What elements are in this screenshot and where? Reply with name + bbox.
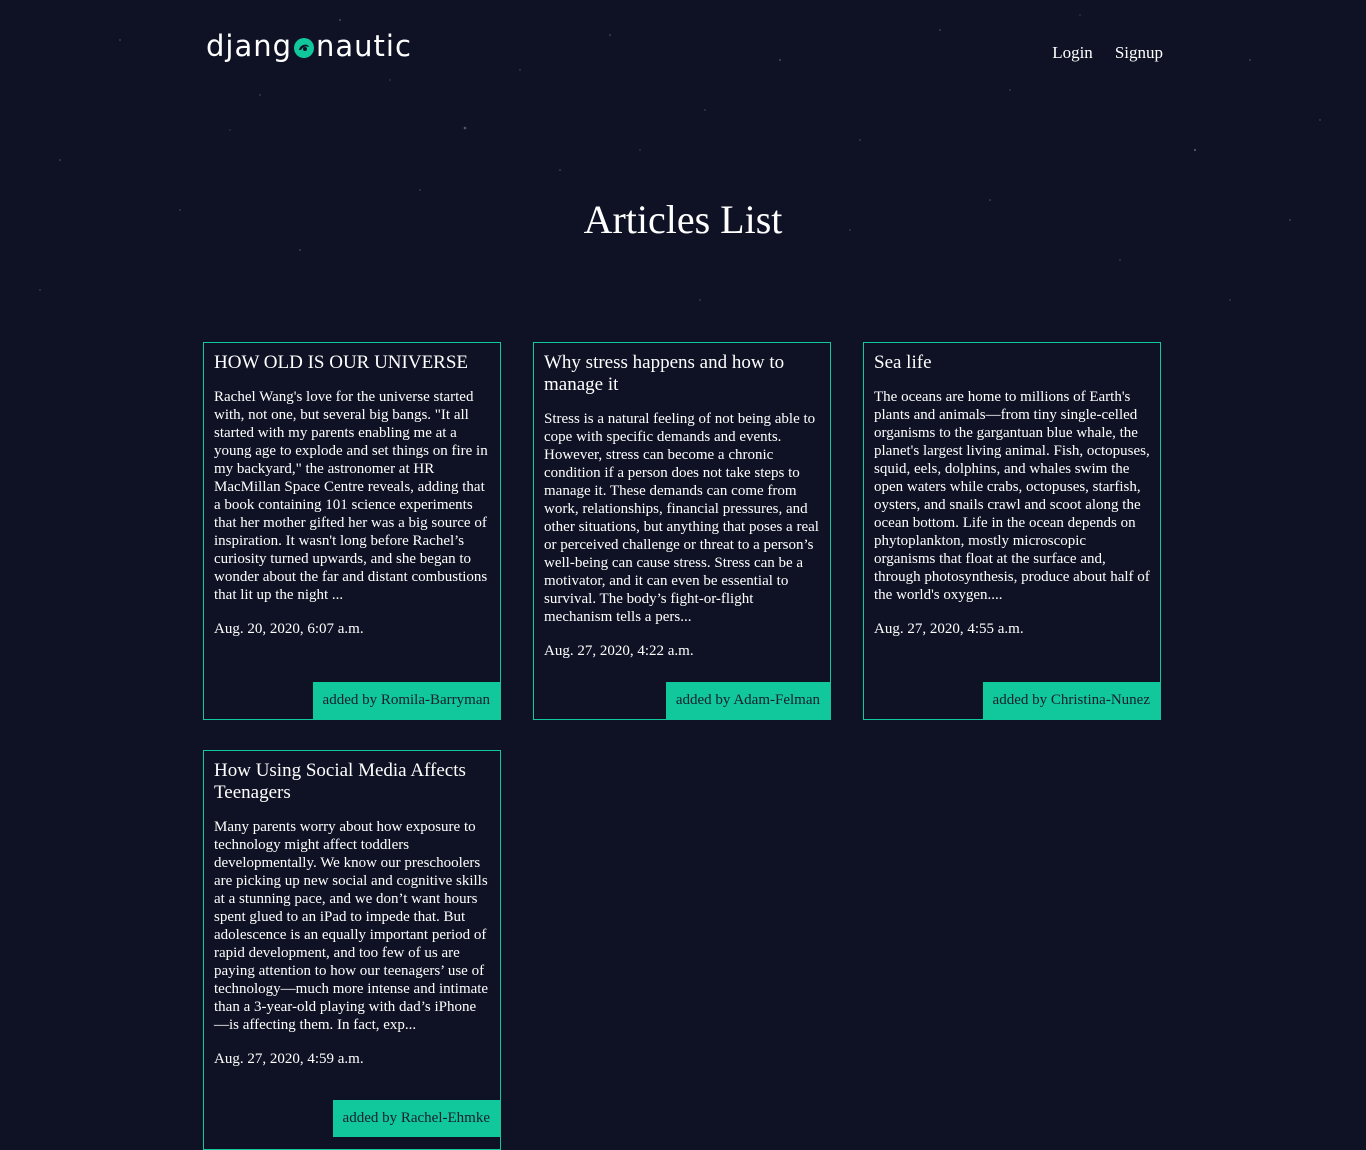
article-date: Aug. 27, 2020, 4:55 a.m. bbox=[874, 621, 1024, 637]
article-card[interactable]: How Using Social Media Affects Teenagers… bbox=[203, 750, 501, 1150]
author-badge[interactable]: added by Romila-Barryman bbox=[312, 682, 500, 719]
author-badge[interactable]: added by Rachel-Ehmke bbox=[332, 1100, 500, 1137]
login-link[interactable]: Login bbox=[1052, 43, 1093, 63]
article-snippet: Rachel Wang's love for the universe star… bbox=[214, 389, 488, 603]
article-card[interactable]: Sea life The oceans are home to millions… bbox=[863, 342, 1161, 720]
site-header: djang nautic Login Signup bbox=[0, 0, 1366, 100]
article-card[interactable]: Why stress happens and how to manage it … bbox=[533, 342, 831, 720]
article-date: Aug. 27, 2020, 4:59 a.m. bbox=[214, 1051, 364, 1067]
django-swirl-icon bbox=[294, 38, 315, 58]
article-snippet: The oceans are home to millions of Earth… bbox=[874, 389, 1150, 603]
author-badge[interactable]: added by Christina-Nunez bbox=[982, 682, 1160, 719]
logo-text-end: nautic bbox=[316, 29, 412, 63]
article-card[interactable]: HOW OLD IS OUR UNIVERSE Rachel Wang's lo… bbox=[203, 342, 501, 720]
site-logo[interactable]: djang nautic bbox=[206, 26, 412, 66]
article-date: Aug. 20, 2020, 6:07 a.m. bbox=[214, 621, 364, 637]
page-title: Articles List bbox=[583, 197, 783, 242]
article-title[interactable]: HOW OLD IS OUR UNIVERSE bbox=[214, 352, 490, 374]
logo-text-start: djang bbox=[206, 29, 293, 63]
article-title[interactable]: Sea life bbox=[874, 352, 1150, 374]
main-nav: Login Signup bbox=[1052, 43, 1163, 63]
article-date: Aug. 27, 2020, 4:22 a.m. bbox=[544, 643, 694, 659]
signup-link[interactable]: Signup bbox=[1115, 43, 1163, 63]
article-title[interactable]: How Using Social Media Affects Teenagers bbox=[214, 760, 490, 804]
article-title[interactable]: Why stress happens and how to manage it bbox=[544, 352, 820, 396]
article-snippet: Stress is a natural feeling of not being… bbox=[544, 411, 819, 625]
article-snippet: Many parents worry about how exposure to… bbox=[214, 819, 489, 1033]
author-badge[interactable]: added by Adam-Felman bbox=[665, 682, 830, 719]
